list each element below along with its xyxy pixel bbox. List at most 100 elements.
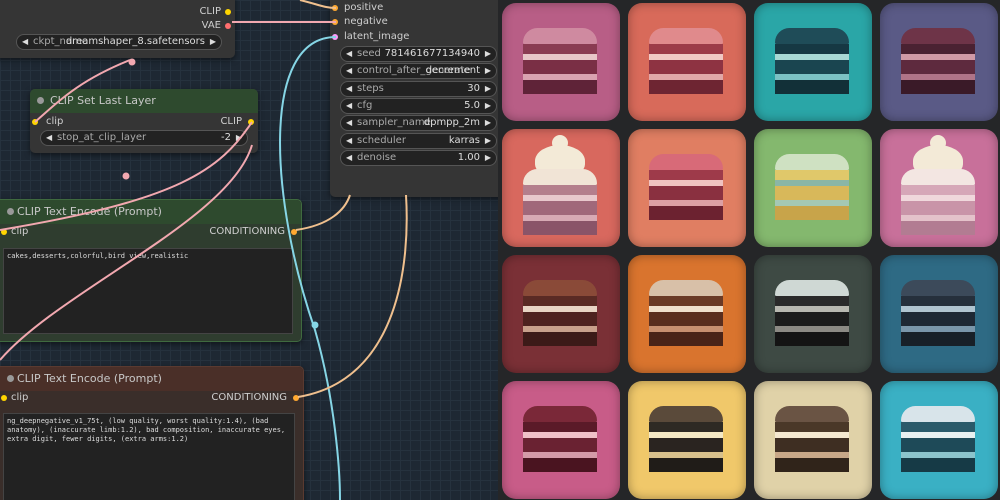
decrement-arrow-icon[interactable]: ◀ xyxy=(346,82,352,96)
negative-prompt-textarea[interactable]: ng_deepnegative_v1_75t, (low quality, wo… xyxy=(3,413,295,500)
generated-image-tile[interactable] xyxy=(502,381,620,499)
clip-set-node-header[interactable]: CLIP Set Last Layer xyxy=(30,89,258,113)
ksampler-widget-cfg[interactable]: ◀ cfg 5.0 ▶ xyxy=(340,97,497,114)
generated-image-tile[interactable] xyxy=(502,3,620,121)
generated-image-tile[interactable] xyxy=(628,3,746,121)
generated-image-tile[interactable] xyxy=(754,381,872,499)
increment-arrow-icon[interactable]: ▶ xyxy=(485,134,491,148)
ksampler-widget-seed[interactable]: ◀ seed 781461677134940 ▶ xyxy=(340,46,497,62)
generated-image-tile[interactable] xyxy=(754,255,872,373)
generated-image-tile[interactable] xyxy=(502,129,620,247)
cake-layer xyxy=(523,422,597,432)
decrement-arrow-icon[interactable]: ◀ xyxy=(22,35,28,49)
increment-arrow-icon[interactable]: ▶ xyxy=(210,35,216,49)
increment-arrow-icon[interactable]: ▶ xyxy=(236,131,242,145)
cake-layer xyxy=(775,332,849,346)
output-conditioning-port[interactable] xyxy=(293,395,299,401)
generated-image-tile[interactable] xyxy=(880,129,998,247)
input-clip-port[interactable] xyxy=(32,119,38,125)
cake-layer xyxy=(523,44,597,54)
generated-image-tile[interactable] xyxy=(754,129,872,247)
input-clip-port[interactable] xyxy=(1,395,7,401)
ksampler-widget-scheduler[interactable]: ◀ scheduler karras ▶ xyxy=(340,132,497,149)
stop-at-clip-layer-widget[interactable]: ◀ stop_at_clip_layer -2 ▶ xyxy=(40,130,248,146)
cake-layer xyxy=(649,80,723,94)
input-latent-image-port[interactable] xyxy=(332,34,338,40)
generated-image-tile[interactable] xyxy=(502,255,620,373)
checkpoint-loader-node[interactable]: CLIP VAE ◀ ckpt_name dreamshaper_8.safet… xyxy=(0,0,235,58)
cake-layer xyxy=(649,170,723,180)
positive-prompt-node[interactable]: CLIP Text Encode (Prompt) clip CONDITION… xyxy=(0,199,302,342)
cake-layer xyxy=(775,44,849,54)
collapse-dot-icon[interactable] xyxy=(7,375,14,382)
cake-top-layer xyxy=(523,280,597,296)
input-clip-label: clip xyxy=(11,226,29,237)
increment-arrow-icon[interactable]: ▶ xyxy=(485,99,491,113)
output-conditioning-port[interactable] xyxy=(291,229,297,235)
output-conditioning-label: CONDITIONING xyxy=(209,226,285,237)
increment-arrow-icon[interactable]: ▶ xyxy=(485,82,491,96)
generated-image-tile[interactable] xyxy=(754,3,872,121)
output-image-gallery[interactable] xyxy=(498,0,1000,500)
node-title: CLIP Text Encode (Prompt) xyxy=(17,372,162,385)
output-clip-slot[interactable]: CLIP xyxy=(199,5,231,19)
positive-node-header[interactable]: CLIP Text Encode (Prompt) xyxy=(0,200,301,224)
input-negative-slot[interactable]: negative xyxy=(332,15,388,29)
ckpt-name-widget[interactable]: ◀ ckpt_name dreamshaper_8.safetensors ▶ xyxy=(16,34,222,50)
cake-layer xyxy=(775,296,849,306)
input-clip-port[interactable] xyxy=(1,229,7,235)
generated-image-tile[interactable] xyxy=(880,381,998,499)
generated-image-tile[interactable] xyxy=(628,129,746,247)
input-clip-slot[interactable]: clip xyxy=(32,115,63,129)
input-negative-label: negative xyxy=(344,16,388,27)
cake-layer xyxy=(649,296,723,306)
output-conditioning-slot[interactable]: CONDITIONING xyxy=(209,225,297,239)
input-positive-port[interactable] xyxy=(332,5,338,11)
decrement-arrow-icon[interactable]: ◀ xyxy=(346,47,352,61)
negative-prompt-node[interactable]: CLIP Text Encode (Prompt) clip CONDITION… xyxy=(0,366,304,500)
node-canvas[interactable]: CLIP VAE ◀ ckpt_name dreamshaper_8.safet… xyxy=(0,0,498,500)
generated-image-tile[interactable] xyxy=(628,255,746,373)
ksampler-widget-denoise[interactable]: ◀ denoise 1.00 ▶ xyxy=(340,149,497,166)
input-clip-slot[interactable]: clip xyxy=(1,391,28,405)
collapse-dot-icon[interactable] xyxy=(7,208,14,215)
cake-top-layer xyxy=(775,406,849,422)
cake-layer xyxy=(901,201,975,215)
widget-label: denoise xyxy=(357,151,397,163)
widget-label: steps xyxy=(357,82,384,94)
output-vae-slot[interactable]: VAE xyxy=(202,19,231,33)
decrement-arrow-icon[interactable]: ◀ xyxy=(346,134,352,148)
decrement-arrow-icon[interactable]: ◀ xyxy=(346,151,352,165)
generated-image-tile[interactable] xyxy=(880,255,998,373)
increment-arrow-icon[interactable]: ▶ xyxy=(485,116,491,130)
input-negative-port[interactable] xyxy=(332,19,338,25)
cake-top-layer xyxy=(649,28,723,44)
decrement-arrow-icon[interactable]: ◀ xyxy=(346,99,352,113)
ksampler-widget-sampler-name[interactable]: ◀ sampler_name dpmpp_2m ▶ xyxy=(340,115,497,132)
input-clip-slot[interactable]: clip xyxy=(1,225,28,239)
output-vae-label: VAE xyxy=(201,20,221,31)
output-conditioning-slot[interactable]: CONDITIONING xyxy=(211,391,299,405)
output-vae-port[interactable] xyxy=(225,23,231,29)
ksampler-widget-steps[interactable]: ◀ steps 30 ▶ xyxy=(340,80,497,97)
increment-arrow-icon[interactable]: ▶ xyxy=(485,64,491,78)
cake-image xyxy=(775,28,849,100)
decrement-arrow-icon[interactable]: ◀ xyxy=(346,116,352,130)
ksampler-node[interactable]: positive negative latent_image ◀ seed 7814… xyxy=(330,0,498,197)
generated-image-tile[interactable] xyxy=(880,3,998,121)
output-clip-port[interactable] xyxy=(248,119,254,125)
decrement-arrow-icon[interactable]: ◀ xyxy=(46,131,52,145)
increment-arrow-icon[interactable]: ▶ xyxy=(485,151,491,165)
collapse-dot-icon[interactable] xyxy=(37,97,44,104)
decrement-arrow-icon[interactable]: ◀ xyxy=(346,64,352,78)
positive-prompt-textarea[interactable]: cakes,desserts,colorful,bird view,realis… xyxy=(3,248,293,334)
clip-set-last-layer-node[interactable]: CLIP Set Last Layer clip CLIP ◀ stop_at_… xyxy=(30,89,258,153)
input-latent-image-slot[interactable]: latent_image xyxy=(332,30,409,44)
generated-image-tile[interactable] xyxy=(628,381,746,499)
output-clip-slot[interactable]: CLIP xyxy=(220,115,254,129)
output-clip-port[interactable] xyxy=(225,9,231,15)
input-positive-slot[interactable]: positive xyxy=(332,1,383,15)
negative-node-header[interactable]: CLIP Text Encode (Prompt) xyxy=(0,367,303,391)
increment-arrow-icon[interactable]: ▶ xyxy=(485,47,491,61)
ksampler-widget-control-after-generate[interactable]: ◀ control_after_generate decrement ▶ xyxy=(340,63,497,80)
